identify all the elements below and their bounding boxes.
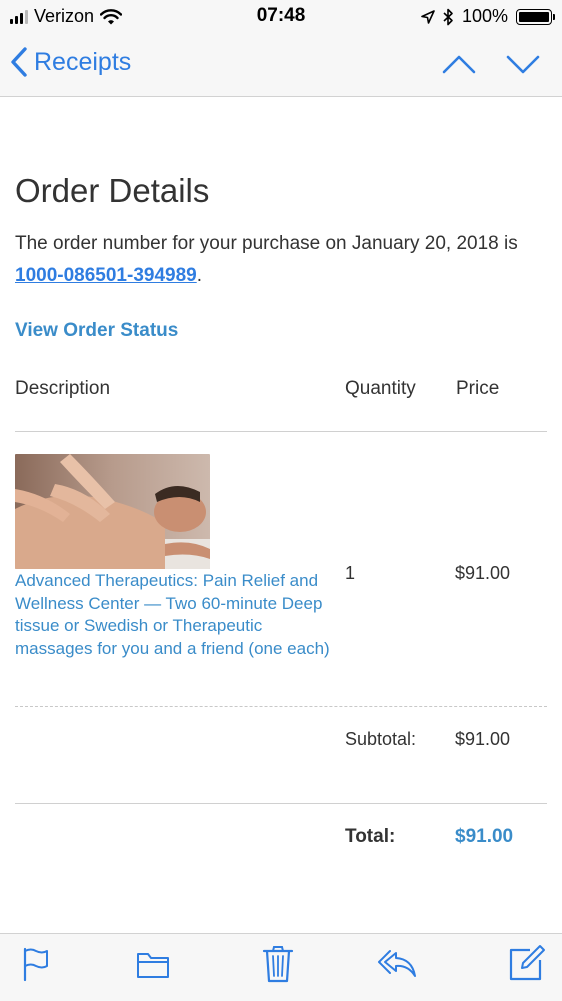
view-order-status-link[interactable]: View Order Status: [15, 320, 178, 342]
order-intro: The order number for your purchase on Ja…: [15, 228, 547, 292]
bluetooth-icon: [443, 8, 453, 25]
back-button[interactable]: Receipts: [10, 46, 131, 78]
back-button-label: Receipts: [34, 47, 132, 76]
status-bar: Verizon 07:48 100%: [0, 0, 562, 32]
chevron-down-icon[interactable]: [506, 50, 540, 78]
total-label: Total:: [345, 826, 396, 847]
navigation-bar: Receipts: [0, 32, 562, 97]
product-image[interactable]: [15, 454, 210, 569]
massage-photo: [15, 454, 210, 569]
location-arrow-icon: [421, 9, 435, 24]
message-navigation: [442, 50, 540, 78]
item-quantity: 1: [345, 563, 356, 583]
column-header-quantity: Quantity: [345, 378, 416, 399]
trash-icon[interactable]: [262, 944, 294, 984]
compose-icon[interactable]: [508, 944, 546, 982]
flag-icon[interactable]: [22, 946, 50, 982]
column-header-price: Price: [456, 378, 500, 399]
status-right: 100%: [421, 6, 555, 27]
battery-icon: [516, 8, 555, 25]
subtotal-divider: [15, 803, 547, 804]
folder-icon[interactable]: [136, 950, 170, 980]
page-title: Order Details: [15, 172, 210, 209]
subtotal-value: $91.00: [455, 729, 511, 749]
battery-percent: 100%: [461, 6, 508, 26]
item-description-link[interactable]: Advanced Therapeutics: Pain Relief and W…: [15, 570, 330, 660]
order-intro-text: The order number for your purchase on Ja…: [15, 233, 518, 254]
order-intro-suffix: .: [196, 265, 203, 286]
chevron-up-icon[interactable]: [442, 50, 476, 78]
item-divider: [15, 706, 547, 707]
subtotal-label: Subtotal:: [345, 729, 417, 749]
order-number-link[interactable]: 1000-086501-394989: [15, 265, 197, 286]
chevron-left-icon: [11, 47, 27, 77]
column-header-description: Description: [15, 378, 111, 399]
reply-icon[interactable]: [376, 948, 418, 980]
total-value: $91.00: [455, 826, 514, 847]
header-divider: [15, 431, 547, 432]
item-price: $91.00: [455, 563, 511, 583]
bottom-toolbar: [0, 933, 562, 1001]
